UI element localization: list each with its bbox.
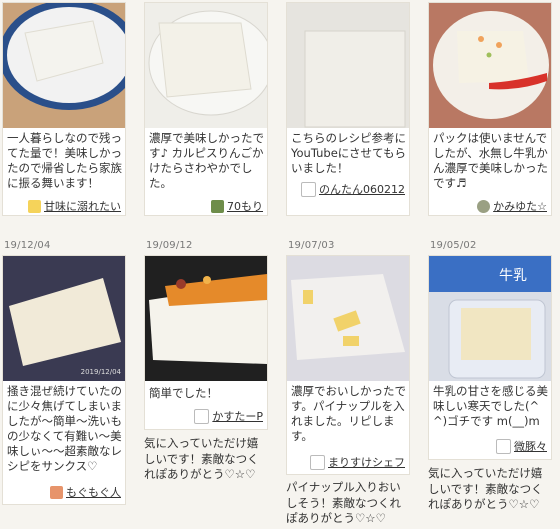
cookpad-report-card[interactable]: 濃厚でおいしかったです。パイナップルを入れました。リピします。 まりすけシェフ (286, 255, 410, 475)
cookpad-report-card[interactable]: パックは使いませんでしたが、水無し牛乳かん濃厚で美味しかったです♬ かみゆた☆ (428, 2, 552, 216)
cookpad-report-card[interactable]: 一人暮らしなので残ってた量で！美味しかったので帰省したら家族に振る舞います！ 甘… (2, 2, 126, 216)
report-comment: 濃厚で美味しかったです♪ カルピスりんごかけたらさわやかでした。 (149, 131, 264, 190)
photo-date-watermark: 2019/12/04 (81, 368, 122, 376)
author-link[interactable]: まりすけシェフ (310, 454, 405, 470)
author-link[interactable]: 甘味に溺れたい (28, 198, 121, 214)
chef-hat-icon (194, 408, 210, 424)
report-date: 19/07/03 (288, 240, 335, 251)
author-link[interactable]: のんたん060212 (301, 181, 405, 197)
chef-hat-icon (301, 181, 316, 197)
photo-milk-kanten-dark-plate[interactable]: 2019/12/04 (3, 256, 125, 381)
user-avatar-icon (211, 199, 224, 213)
cookpad-report-card[interactable]: 簡単でした！ かすたーP (144, 255, 268, 430)
photo-milk-kanten-block[interactable] (287, 3, 409, 128)
photo-milk-kanten-pineapple[interactable] (287, 256, 409, 381)
author-reply: パイナップル入りおいしそう！素敵なつくれぽありがとう♡☆♡ (286, 480, 401, 525)
report-comment: 牛乳の甘さを感じる美味しい寒天でした(^^)ゴチです m(__)m (433, 384, 548, 428)
report-comment: 濃厚でおいしかったです。パイナップルを入れました。リピします。 (291, 384, 406, 443)
author-link[interactable]: かすたーP (194, 408, 263, 424)
photo-milk-kanten-carton[interactable]: 牛乳 (429, 256, 551, 381)
author-link[interactable]: 70もり (211, 198, 263, 214)
author-link[interactable]: もぐもぐ人 (50, 484, 121, 500)
author-link[interactable]: 微豚々 (496, 438, 547, 454)
photo-milk-kanten-with-fruit[interactable] (429, 3, 551, 128)
author-reply: 気に入っていただけ嬉しいです！素敵なつくれぽありがとう♡☆♡ (144, 436, 259, 481)
report-comment: 簡単でした！ (149, 386, 218, 400)
user-avatar-icon (477, 199, 491, 213)
user-avatar-icon (28, 199, 41, 213)
report-date: 19/05/02 (430, 240, 477, 251)
cookpad-report-card[interactable]: こちらのレシピ参考にYouTubeにさせてもらいました！ のんたん060212 (286, 2, 410, 216)
cookpad-report-card[interactable]: 濃厚で美味しかったです♪ カルピスりんごかけたらさわやかでした。 70もり (144, 2, 268, 216)
user-avatar-icon (50, 485, 63, 499)
chef-hat-icon (496, 438, 511, 454)
chef-hat-icon (310, 454, 325, 470)
report-date: 19/12/04 (4, 240, 51, 251)
report-comment: 一人暮らしなので残ってた量で！美味しかったので帰省したら家族に振る舞います！ (7, 131, 122, 190)
report-comment: こちらのレシピ参考にYouTubeにさせてもらいました！ (291, 131, 406, 175)
author-reply: 気に入っていただけ嬉しいです！素敵なつくれぽありがとう♡☆♡ (428, 466, 543, 511)
cookpad-report-card[interactable]: 2019/12/04 掻き混ぜ続けていたのに少々焦げてしまいましたが～簡単～洗い… (2, 255, 126, 505)
carton-label: 牛乳 (499, 268, 527, 284)
report-comment: パックは使いませんでしたが、水無し牛乳かん濃厚で美味しかったです♬ (433, 131, 548, 190)
photo-milk-kanten-dish[interactable] (145, 3, 267, 128)
cookpad-report-card[interactable]: 牛乳 牛乳の甘さを感じる美味しい寒天でした(^^)ゴチです m(__)m 微豚々 (428, 255, 552, 460)
photo-milk-kanten-plate[interactable] (3, 3, 125, 128)
report-date: 19/09/12 (146, 240, 193, 251)
report-comment: 掻き混ぜ続けていたのに少々焦げてしまいましたが～簡単～洗いもの少なくて有難い～美… (7, 384, 122, 473)
author-link[interactable]: かみゆた☆ (477, 198, 547, 214)
photo-milk-kanten-topping[interactable] (145, 256, 267, 381)
